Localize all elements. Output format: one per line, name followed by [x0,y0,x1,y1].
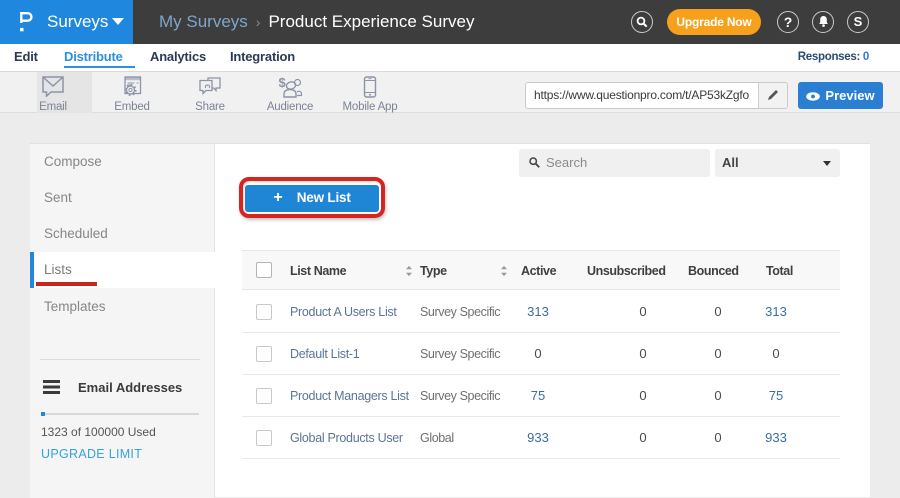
svg-text:$: $ [279,76,287,90]
